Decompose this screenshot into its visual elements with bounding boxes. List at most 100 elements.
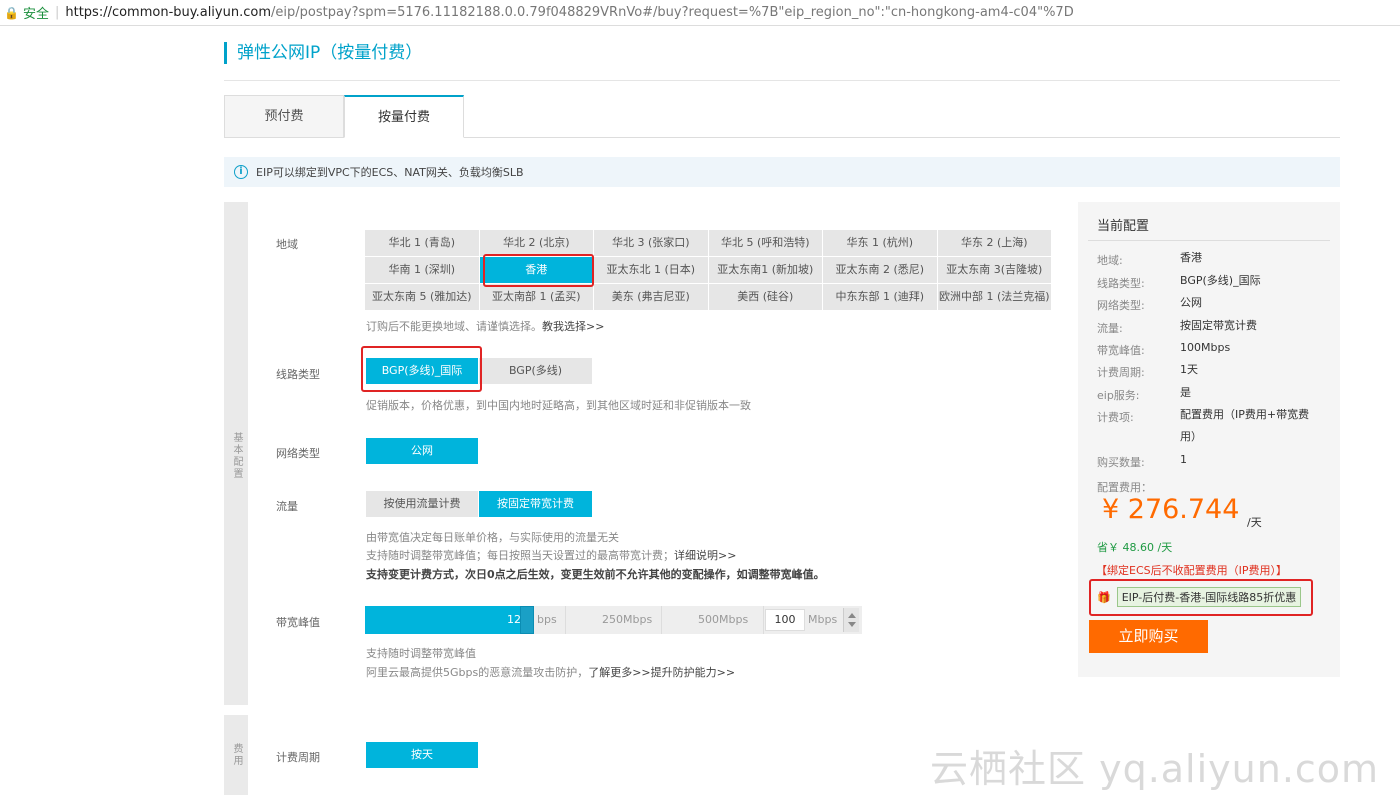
coupon-highlight-box [1089,579,1313,616]
summary-key: 购买数量: [1097,456,1145,469]
region-options: 华北 1 (青岛) 华北 2 (北京) 华北 3 (张家口) 华北 5 (呼和浩特) 华… [365,230,1051,310]
line-option-bgp[interactable]: BGP(多线) [479,358,592,384]
summary-key: 计费周期: [1097,366,1145,379]
summary-title: 当前配置 [1097,219,1150,234]
region-option[interactable]: 中东东部 1 (迪拜) [823,284,937,310]
slider-tick [763,606,764,634]
summary-key: 计费项: [1097,411,1134,424]
region-highlight-box [483,254,594,287]
summary-key: 网络类型: [1097,299,1145,312]
summary-value: 1 [1180,453,1187,466]
traffic-option-by-usage[interactable]: 按使用流量计费 [366,491,478,517]
traffic-hint-3-text: 支持变更计费方式，次日0点之后生效，变更生效前不允许其他的变配操作，如调整带宽峰… [366,568,825,581]
bandwidth-slider-fill [365,606,527,634]
summary-key: 地域: [1097,254,1123,267]
fee-label: 配置费用： [1097,481,1152,494]
info-notice: i EIP可以绑定到VPC下的ECS、NAT网关、负载均衡SLB [224,157,1340,187]
bandwidth-unit: Mbps [808,613,838,626]
watermark: 云栖社区 yq.aliyun.com [930,747,1380,791]
summary-value: 按固定带宽计费 [1180,319,1257,332]
summary-key: 带宽峰值: [1097,344,1145,357]
tab-postpaid[interactable]: 按量付费 [344,95,464,138]
region-option[interactable]: 华北 3 (张家口) [594,230,708,256]
region-option[interactable]: 华北 2 (北京) [479,230,593,256]
address-bar[interactable]: 🔒 安全 | https://common-buy.aliyun.com/eip… [0,0,1400,26]
period-label: 计费周期 [276,751,320,764]
network-type-label: 网络类型 [276,447,320,460]
line-highlight-box [361,346,482,392]
summary-value: 香港 [1180,251,1202,264]
promo-note: 【绑定ECS后不收配置费用（IP费用）】 [1096,564,1287,577]
price-unit: /天 [1247,516,1262,529]
page-title: 弹性公网IP（按量付费） [224,42,422,64]
traffic-label: 流量 [276,500,298,513]
bandwidth-stepper[interactable] [843,608,859,632]
bandwidth-slider-handle[interactable] [520,606,534,634]
url-path: /eip/postpay?spm=5176.11182188.0.0.79f04… [271,5,1074,20]
billing-side-label: 费用 [231,743,242,767]
region-help-link[interactable]: 教我选择>> [542,320,604,333]
traffic-hint-3: 支持变更计费方式，次日0点之后生效，变更生效前不允许其他的变配操作，如调整带宽峰… [366,566,825,582]
tab-prepaid[interactable]: 预付费 [224,95,344,138]
slider-mark-500: 500Mbps [698,613,749,626]
summary-value: 1天 [1180,363,1198,376]
basic-config-side-label: 基本配置 [231,432,242,480]
secure-label: 安全 [22,7,49,22]
protection-link[interactable]: 了解更多>>提升防护能力>> [588,666,735,679]
slider-tick [661,606,662,634]
bandwidth-slider-value: 12 [507,613,521,626]
region-option[interactable]: 亚太南部 1 (孟买) [479,284,593,310]
traffic-hint-2: 支持随时调整带宽峰值；每日按照当天设置过的最高带宽计费；详细说明>> [366,547,736,563]
line-hint: 促销版本，价格优惠，到中国内地时延略高，到其他区域时延和非促销版本一致 [366,399,751,412]
region-option[interactable]: 华东 1 (杭州) [823,230,937,256]
line-type-label: 线路类型 [276,368,320,381]
payment-tabs: 预付费 按量付费 [224,95,464,138]
region-option[interactable]: 亚太东南 2 (悉尼) [823,257,937,283]
network-option-public[interactable]: 公网 [366,438,478,464]
region-option[interactable]: 亚太东北 1 (日本) [594,257,708,283]
stepper-down-icon[interactable] [848,622,856,627]
region-option[interactable]: 亚太东南1 (新加坡) [708,257,822,283]
summary-key: eip服务: [1097,389,1140,402]
slider-mark-250: 250Mbps [602,613,653,626]
lock-icon: 🔒 [4,5,19,20]
summary-value: BGP(多线)_国际 [1180,274,1261,287]
region-option[interactable]: 美西 (硅谷) [708,284,822,310]
info-icon: i [234,165,248,179]
summary-value: 配置费用（IP费用+带宽费用） [1180,408,1310,443]
buy-now-button[interactable]: 立即购买 [1089,620,1208,653]
bandwidth-label: 带宽峰值 [276,616,320,629]
summary-value: 100Mbps [1180,341,1231,354]
traffic-detail-link[interactable]: 详细说明>> [674,549,736,562]
period-option-daily[interactable]: 按天 [366,742,478,768]
bandwidth-hint-2-text: 阿里云最高提供5Gbps的恶意流量攻击防护， [366,666,589,679]
bandwidth-slider-unit: bps [537,613,557,626]
summary-value: 公网 [1180,296,1202,309]
traffic-hint-2-text: 支持随时调整带宽峰值；每日按照当天设置过的最高带宽计费； [366,549,674,562]
bandwidth-hint-1: 支持随时调整带宽峰值 [366,647,476,660]
title-divider [224,80,1340,81]
traffic-hint-1: 由带宽值决定每日账单价格，与实际使用的流量无关 [366,531,619,544]
region-option[interactable]: 华东 2 (上海) [937,230,1051,256]
price: ¥ 276.744 [1102,494,1240,525]
region-hint-text: 订购后不能更换地域、请谨慎选择。 [366,320,542,333]
region-option[interactable]: 欧洲中部 1 (法兰克福) [937,284,1051,310]
stepper-up-icon[interactable] [848,613,856,618]
address-separator: | [54,5,60,20]
region-option[interactable]: 亚太东南 3(吉隆坡) [937,257,1051,283]
region-hint: 订购后不能更换地域、请谨慎选择。教我选择>> [366,318,604,334]
summary-divider [1088,240,1330,241]
summary-value: 是 [1180,386,1191,399]
region-option[interactable]: 华北 1 (青岛) [365,230,479,256]
region-option[interactable]: 美东 (弗吉尼亚) [594,284,708,310]
bandwidth-input[interactable]: 100 [765,609,805,631]
notice-text: EIP可以绑定到VPC下的ECS、NAT网关、负载均衡SLB [256,166,524,179]
slider-tick [565,606,566,634]
region-option[interactable]: 华南 1 (深圳) [365,257,479,283]
tabs-divider [464,137,1340,138]
summary-key: 流量: [1097,322,1123,335]
region-option[interactable]: 亚太东南 5 (雅加达) [365,284,479,310]
traffic-option-fixed[interactable]: 按固定带宽计费 [479,491,592,517]
region-label: 地域 [276,238,298,251]
region-option[interactable]: 华北 5 (呼和浩特) [708,230,822,256]
